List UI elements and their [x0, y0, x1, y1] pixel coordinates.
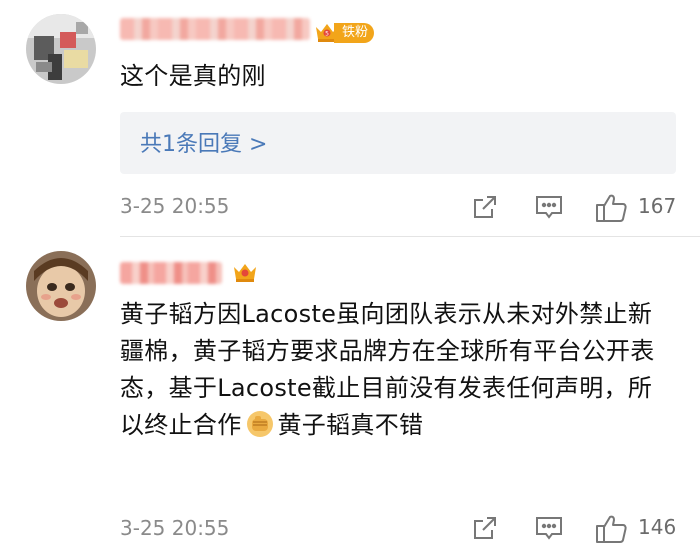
- fist-emoji-icon: [246, 410, 274, 438]
- comment-text-part: 黄子韬真不错: [277, 411, 424, 439]
- thumbs-up-icon[interactable]: [594, 513, 630, 545]
- share-icon[interactable]: [470, 513, 500, 543]
- svg-text:5: 5: [325, 31, 329, 38]
- avatar[interactable]: [26, 251, 96, 321]
- crown-badge-icon: [232, 261, 258, 283]
- timestamp: 3-25 20:55: [120, 194, 230, 218]
- timestamp: 3-25 20:55: [120, 516, 230, 540]
- comment-item: 5 铁粉 这个是真的刚 共1条回复 > 3-25 20:55 167: [0, 0, 700, 238]
- username-blurred[interactable]: [120, 18, 310, 40]
- avatar[interactable]: [26, 14, 96, 84]
- like-count: 167: [638, 194, 677, 218]
- divider: [120, 236, 700, 237]
- comment-text: 这个是真的刚: [120, 62, 266, 90]
- fan-badge: 铁粉: [334, 23, 375, 43]
- reply-summary-box[interactable]: 共1条回复 >: [120, 112, 676, 174]
- comment-icon[interactable]: [533, 192, 565, 222]
- comment-icon[interactable]: [533, 513, 565, 543]
- comment-text: 黄子韬方因Lacoste虽向团队表示从未对外禁止新疆棉，黄子韬方要求品牌方在全球…: [120, 296, 668, 444]
- username-blurred[interactable]: [120, 262, 222, 284]
- comment-item: 黄子韬方因Lacoste虽向团队表示从未对外禁止新疆棉，黄子韬方要求品牌方在全球…: [0, 238, 700, 556]
- thumbs-up-icon[interactable]: [594, 192, 630, 224]
- like-count: 146: [638, 515, 677, 539]
- view-replies-link[interactable]: 共1条回复 >: [140, 126, 267, 158]
- share-icon[interactable]: [470, 192, 500, 222]
